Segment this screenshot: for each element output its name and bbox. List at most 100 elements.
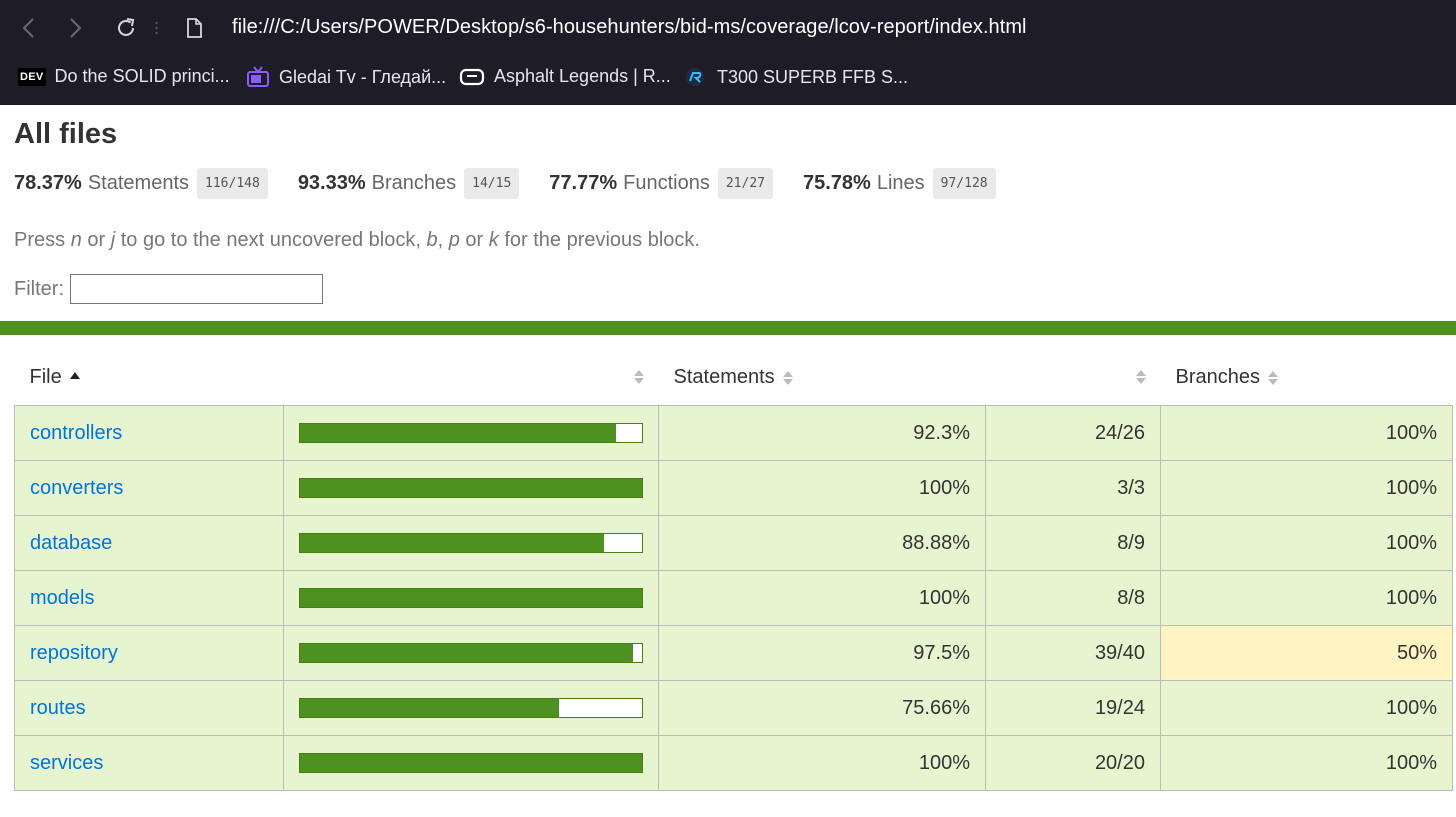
column-header-file[interactable]: File	[15, 350, 284, 406]
coverage-bar	[299, 698, 643, 718]
branches-pct-cell: 100%	[1160, 405, 1453, 461]
statements-pct-cell: 88.88%	[658, 515, 986, 571]
sort-ascending-icon	[69, 372, 80, 380]
file-link[interactable]: models	[30, 587, 94, 609]
filter-input[interactable]	[70, 274, 323, 304]
browser-chrome: file:///C:/Users/POWER/Desktop/s6-househ…	[0, 0, 1456, 105]
coverage-bar	[299, 423, 643, 443]
bookmark-label: Asphalt Legends | R...	[494, 66, 671, 86]
column-header-branches[interactable]: Branches	[1161, 350, 1453, 406]
bookmarks-bar: DEV Do the SOLID princi... Gledai Tv - Г…	[0, 60, 1456, 96]
summary-statements: 78.37% Statements 116/148	[14, 168, 268, 199]
coverage-bar-cell	[283, 515, 659, 571]
coverage-bar-cell	[283, 460, 659, 516]
statements-pct-cell: 100%	[658, 570, 986, 626]
bookmark-item[interactable]: T300 SUPERB FFB S...	[684, 66, 908, 88]
reload-icon	[118, 18, 135, 36]
summary-label: Statements	[87, 172, 190, 194]
coverage-bar	[299, 643, 643, 663]
dev-icon: DEV	[18, 67, 46, 86]
statements-fraction-cell: 8/9	[985, 515, 1161, 571]
bookmark-item[interactable]: Gledai Tv - Гледай...	[246, 66, 446, 88]
sort-icon	[1268, 370, 1278, 386]
coverage-bar-fill	[300, 534, 604, 552]
coverage-bar-cell	[283, 680, 659, 736]
coverage-bar-fill	[300, 754, 642, 772]
coverage-bar-fill	[300, 479, 642, 497]
coverage-bar	[299, 533, 643, 553]
sort-icon	[1135, 369, 1146, 385]
statements-pct-cell: 92.3%	[658, 405, 986, 461]
coverage-bar-cell	[283, 570, 659, 626]
reload-button[interactable]	[112, 14, 140, 42]
address-bar[interactable]: file:///C:/Users/POWER/Desktop/s6-househ…	[232, 16, 1027, 39]
bookmark-label: T300 SUPERB FFB S...	[717, 66, 909, 87]
table-row: services 100% 20/20 100%	[14, 735, 1453, 791]
summary-fraction-badge: 116/148	[197, 168, 268, 199]
page-info-icon[interactable]	[184, 17, 204, 44]
summary-fraction-badge: 21/27	[717, 168, 773, 199]
bookmark-label: Do the SOLID princi...	[54, 66, 230, 86]
summary-fraction-badge: 97/128	[932, 168, 996, 199]
gameloft-icon	[459, 67, 485, 87]
table-row: models 100% 8/8 100%	[14, 570, 1453, 626]
branches-pct-cell: 100%	[1160, 735, 1453, 791]
statements-fraction-cell: 39/40	[985, 625, 1161, 681]
statements-pct-cell: 100%	[658, 460, 986, 516]
coverage-bar-cell	[283, 625, 659, 681]
table-row: database 88.88% 8/9 100%	[14, 515, 1453, 571]
bookmark-item[interactable]: DEV Do the SOLID princi...	[18, 66, 230, 87]
file-cell: controllers	[14, 405, 284, 461]
toolbar-divider	[155, 20, 158, 36]
statements-pct-cell: 75.66%	[658, 680, 986, 736]
file-link[interactable]: database	[30, 532, 112, 554]
summary-functions: 77.77% Functions 21/27	[549, 168, 773, 199]
column-header-file-bar[interactable]	[284, 350, 659, 406]
branches-pct-cell: 100%	[1160, 515, 1453, 571]
column-header-statements[interactable]: Statements	[659, 350, 986, 406]
bookmark-label: Gledai Tv - Гледай...	[279, 66, 447, 87]
file-link[interactable]: converters	[30, 477, 123, 499]
bookmark-item[interactable]: Asphalt Legends | R...	[459, 66, 671, 87]
racing-icon	[684, 66, 708, 88]
summary-label: Functions	[623, 172, 710, 194]
branches-pct-cell: 100%	[1160, 570, 1453, 626]
coverage-bar-cell	[283, 735, 659, 791]
statements-fraction-cell: 19/24	[985, 680, 1161, 736]
forward-button[interactable]	[62, 14, 90, 42]
file-cell: converters	[14, 460, 284, 516]
coverage-bar-cell	[283, 405, 659, 461]
file-cell: database	[14, 515, 284, 571]
filter-row: Filter:	[14, 274, 323, 304]
file-link[interactable]: routes	[30, 697, 86, 719]
table-header-row: File Statements Branches	[15, 350, 1453, 406]
coverage-table: File Statements Branches controllers 92.3…	[14, 350, 1453, 791]
chevron-left-icon	[22, 18, 34, 38]
file-cell: models	[14, 570, 284, 626]
table-body: controllers 92.3% 24/26 100% converters 100% 3…	[14, 405, 1453, 791]
summary-pct: 93.33%	[297, 172, 366, 194]
tv-icon	[246, 66, 270, 88]
branches-pct-cell: 100%	[1160, 460, 1453, 516]
statements-fraction-cell: 24/26	[985, 405, 1161, 461]
statements-fraction-cell: 20/20	[985, 735, 1161, 791]
filter-label: Filter:	[14, 277, 64, 300]
table-row: controllers 92.3% 24/26 100%	[14, 405, 1453, 461]
file-link[interactable]: controllers	[30, 422, 122, 444]
file-cell: routes	[14, 680, 284, 736]
keyboard-hint: Press n or j to go to the next uncovered…	[14, 229, 700, 251]
branches-pct-cell: 50%	[1160, 625, 1453, 681]
file-link[interactable]: repository	[30, 642, 118, 664]
chevron-right-icon	[70, 18, 82, 38]
coverage-bar-fill	[300, 699, 559, 717]
coverage-bar	[299, 588, 643, 608]
table-row: repository 97.5% 39/40 50%	[14, 625, 1453, 681]
file-link[interactable]: services	[30, 752, 103, 774]
coverage-bar	[299, 478, 643, 498]
back-button[interactable]	[14, 14, 42, 42]
sort-icon	[633, 369, 644, 385]
column-header-statements-raw[interactable]	[986, 350, 1161, 406]
sort-icon	[782, 370, 793, 386]
summary-pct: 75.78%	[803, 172, 871, 194]
file-cell: repository	[14, 625, 284, 681]
